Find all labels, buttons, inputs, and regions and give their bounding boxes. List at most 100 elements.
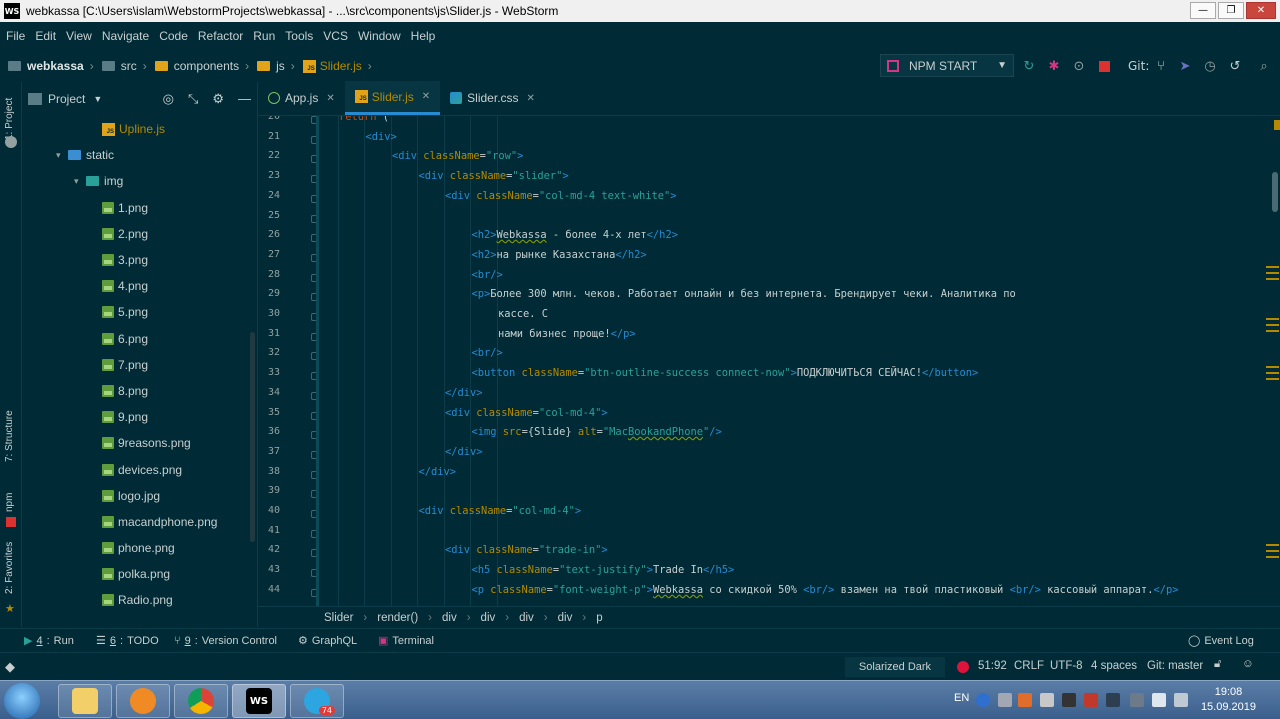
tray-monitor-icon[interactable] [1062,693,1076,707]
signal-icon[interactable] [1152,693,1166,707]
menu-help[interactable]: Help [411,29,436,43]
debug-icon[interactable]: ✱ [1047,59,1061,74]
vcs-update-icon[interactable]: ⑂ [1154,59,1168,74]
tray-app-icon[interactable] [1018,693,1032,707]
crumb-components[interactable]: components › [154,59,249,73]
tree-item[interactable]: ▾ img [22,168,257,194]
code-crumb[interactable]: div [481,612,496,624]
taskbar-chrome[interactable] [174,684,228,718]
language-indicator[interactable]: EN [954,692,969,704]
taskbar-telegram[interactable]: 74 [290,684,344,718]
code-crumb[interactable]: div [442,612,457,624]
tree-item[interactable]: 8.png [22,378,257,404]
code-line[interactable]: <div> [366,131,397,143]
tree-item[interactable]: 9reasons.png [22,430,257,456]
tree-item[interactable]: 1.png [22,195,257,221]
editor-scroll-thumb[interactable] [1272,172,1278,212]
collapse-icon[interactable]: ⤡ [188,91,198,107]
close-tab-icon[interactable]: ✕ [326,93,334,104]
tray-app-icon[interactable] [1040,693,1054,707]
tree-item[interactable]: 9.png [22,404,257,430]
menu-refactor[interactable]: Refactor [198,29,243,43]
crumb-project[interactable]: webkassa › [8,59,94,73]
tree-item[interactable]: logo.jpg [22,483,257,509]
code-line[interactable]: <p>Более 300 млн. чеков. Работает онлайн… [472,288,1016,300]
code-line[interactable]: <p className="font-weight-p">Webkassa со… [472,584,1179,596]
code-line[interactable]: <div className="col-md-4"> [445,407,608,419]
menu-view[interactable]: View [66,29,92,43]
rollback-icon[interactable]: ↺ [1228,59,1242,74]
tool-graphql[interactable]: ⚙ GraphQL [298,634,357,648]
favorites-tool-tab[interactable]: 2: Favorites [4,542,15,594]
search-icon[interactable]: ⌕ [1257,59,1271,74]
code-line[interactable]: нами бизнес проще!</p> [498,328,636,340]
project-tool-tab[interactable]: 1: Project [4,98,15,140]
tree-item[interactable]: 2.png [22,221,257,247]
volume-icon[interactable] [1174,693,1188,707]
tree-item[interactable]: macandphone.png [22,509,257,535]
code-line[interactable]: <div className="col-md-4 text-white"> [445,190,677,202]
menu-run[interactable]: Run [253,29,275,43]
git-branch[interactable]: Git: master [1147,660,1203,672]
code-editor[interactable]: 20 21 22 23 24 25 26 27 28 29 30 31 32 33 34 35 36 37 38 39… [258,116,1280,606]
tree-item[interactable]: ▾ static [22,142,257,168]
stop-icon[interactable] [1097,59,1111,73]
menu-tools[interactable]: Tools [285,29,313,43]
code-crumb[interactable]: render() [377,612,418,624]
vcs-push-icon[interactable]: ➤ [1178,59,1192,74]
start-button[interactable] [4,683,40,719]
locate-icon[interactable]: ◎ [163,91,174,107]
coverage-icon[interactable]: ⊙ [1072,59,1086,74]
tab-slider-js[interactable]: JS Slider.js ✕ [344,81,441,115]
tree-item[interactable]: JS Upline.js [22,116,257,142]
menu-code[interactable]: Code [159,29,188,43]
code-line[interactable]: <br/> [472,347,503,359]
structure-tool-tab[interactable]: 7: Structure [4,410,15,462]
run-configuration-select[interactable]: NPM START ▼ [880,54,1014,77]
tree-item[interactable]: 6.png [22,326,257,352]
maximize-button[interactable]: ❐ [1218,2,1244,19]
tree-item[interactable]: polka.png [22,561,257,587]
project-panel-title[interactable]: Project [48,92,85,106]
taskbar-webstorm[interactable]: WS [232,684,286,718]
clock[interactable]: 19:08 15.09.2019 [1201,685,1256,715]
code-line[interactable]: <div className="row"> [392,150,523,162]
code-line[interactable]: <h2>Webkassa - более 4-х лет</h2> [472,229,678,241]
code-crumb[interactable]: p [596,612,602,624]
project-scrollbar[interactable] [250,332,255,542]
code-line[interactable]: <br/> [472,269,503,281]
code-line[interactable]: return ( [339,116,389,123]
hide-icon[interactable]: — [238,91,251,107]
minimize-button[interactable]: — [1190,2,1216,19]
code-line[interactable]: <h2>на рынке Казахстана</h2> [472,249,647,261]
code-line[interactable]: <div className="trade-in"> [445,544,608,556]
indent-setting[interactable]: 4 spaces [1091,660,1137,672]
file-encoding[interactable]: UTF-8 [1050,660,1083,672]
tray-app-icon[interactable] [1106,693,1120,707]
line-separator[interactable]: CRLF [1014,660,1044,672]
theme-indicator[interactable]: Solarized Dark [845,657,945,677]
menu-edit[interactable]: Edit [35,29,56,43]
close-button[interactable]: ✕ [1246,2,1276,19]
tray-settings-icon[interactable] [998,693,1012,707]
code-line[interactable]: <div className="col-md-4"> [419,505,582,517]
code-line[interactable]: </div> [419,466,457,478]
taskbar-explorer[interactable] [58,684,112,718]
tray-app-icon[interactable] [1084,693,1098,707]
menu-vcs[interactable]: VCS [323,29,348,43]
tree-item[interactable]: 3.png [22,247,257,273]
settings-icon[interactable]: ⚙ [212,91,224,107]
code-crumb[interactable]: div [519,612,534,624]
code-line[interactable]: </div> [445,387,483,399]
close-tab-icon[interactable]: ✕ [422,91,430,102]
npm-tool-tab[interactable]: npm [4,493,15,512]
tool-terminal[interactable]: ▣ Terminal [378,634,434,648]
tool-run[interactable]: ▶ 4: Run [24,634,74,648]
tool-version-control[interactable]: ⑂ 9: Version Control [174,635,277,647]
code-line[interactable]: <img src={Slide} alt="MacBookandPhone"/> [472,426,722,438]
code-line[interactable]: </div> [445,446,483,458]
menu-file[interactable]: File [6,29,25,43]
close-tab-icon[interactable]: ✕ [527,93,535,104]
code-line[interactable]: <button className="btn-outline-success c… [472,367,979,379]
code-area[interactable]: return ( <div> <div className="row"> <div c… [323,116,1280,606]
